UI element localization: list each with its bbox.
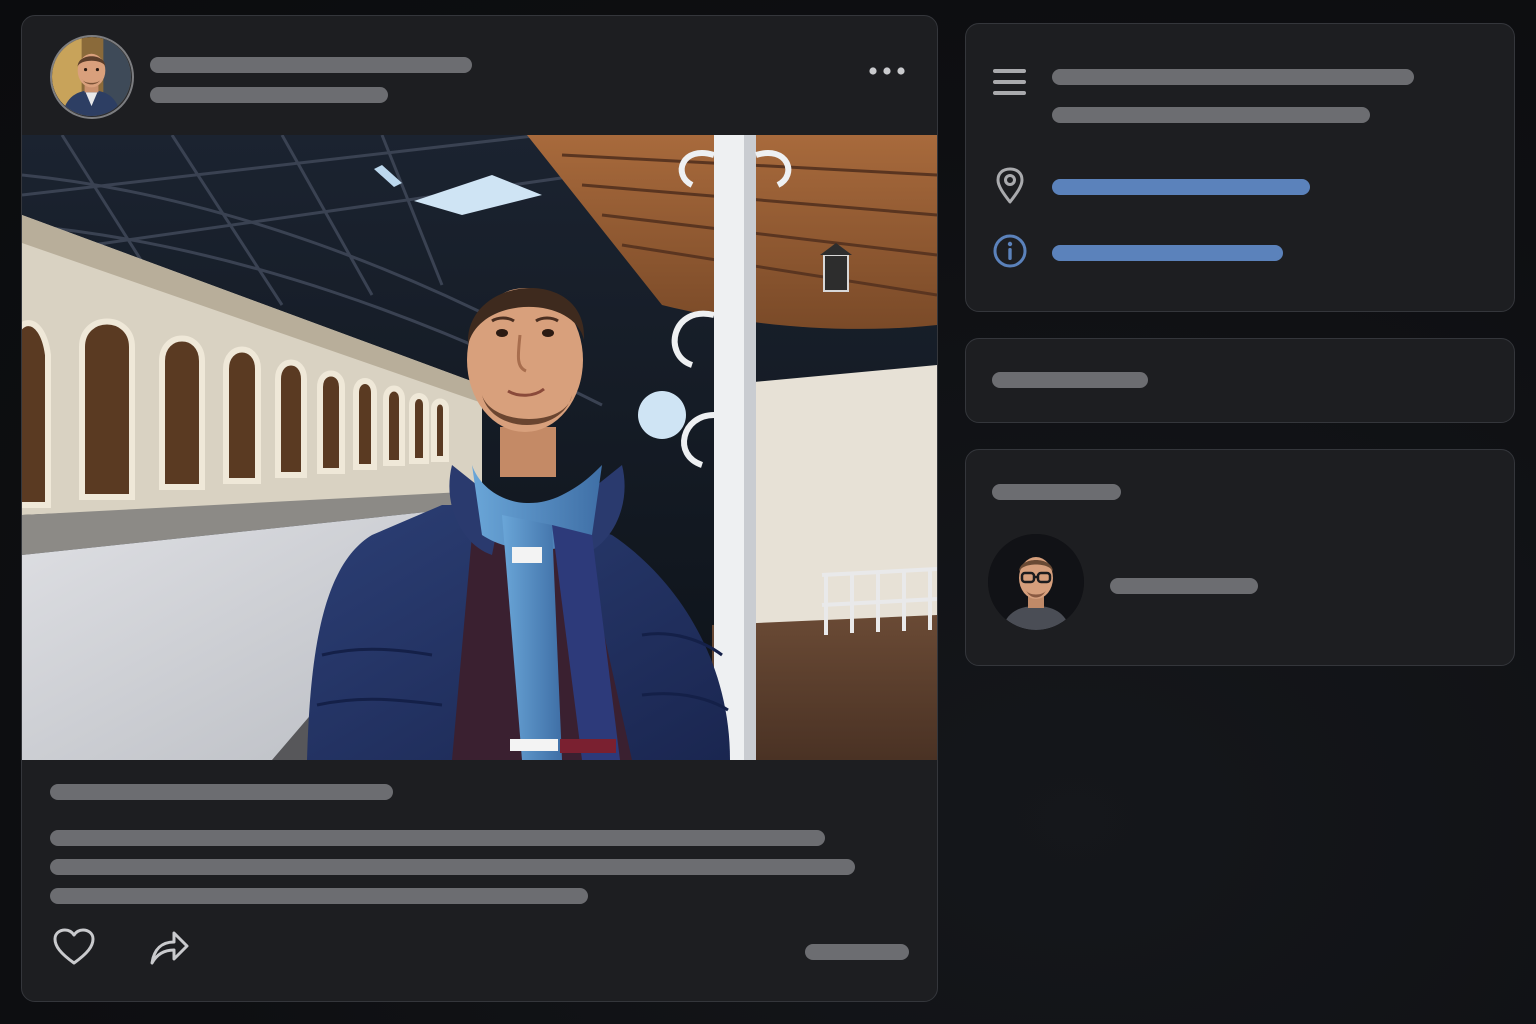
post-text-line-2: [50, 859, 855, 875]
author-avatar-image: [52, 37, 131, 116]
suggested-user-avatar[interactable]: [988, 534, 1084, 630]
suggested-title-placeholder: [992, 484, 1121, 500]
glasses-man-avatar-image: [988, 534, 1084, 630]
menu-lines-icon: [993, 69, 1026, 95]
about-title-placeholder: [1052, 69, 1414, 85]
about-subtitle-placeholder: [1052, 107, 1370, 123]
share-button[interactable]: [148, 927, 190, 967]
man-at-train-station-photo: [22, 135, 937, 760]
about-panel: [965, 23, 1515, 312]
post-photo[interactable]: [22, 135, 937, 760]
suggested-user-name-placeholder[interactable]: [1110, 578, 1258, 594]
location-link-placeholder[interactable]: [1052, 179, 1310, 195]
share-arrow-icon: [150, 931, 189, 965]
post-card: [21, 15, 938, 1002]
post-timestamp-placeholder: [805, 944, 909, 960]
like-button[interactable]: [52, 927, 96, 967]
info-circle-icon: [993, 234, 1027, 268]
info-link-placeholder[interactable]: [1052, 245, 1283, 261]
author-name-placeholder: [150, 57, 472, 73]
location-pin-icon: [996, 167, 1024, 204]
suggested-panel: [965, 449, 1515, 666]
more-horizontal-icon: [869, 67, 905, 75]
secondary-panel-title-placeholder: [992, 372, 1148, 388]
post-title-placeholder: [50, 784, 393, 800]
menu-button[interactable]: [992, 67, 1028, 97]
author-avatar[interactable]: [50, 35, 134, 119]
post-text-line-3: [50, 888, 588, 904]
secondary-panel: [965, 338, 1515, 423]
post-meta-placeholder: [150, 87, 388, 103]
post-text-line-1: [50, 830, 825, 846]
heart-icon: [53, 928, 95, 965]
more-options-button[interactable]: [866, 60, 908, 82]
